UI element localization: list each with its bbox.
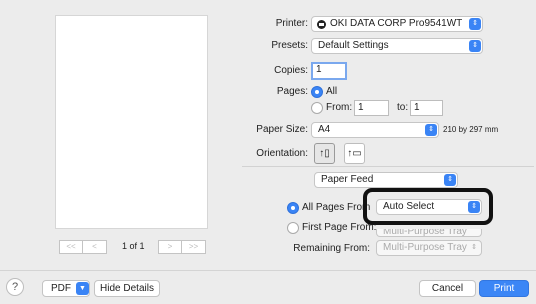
first-page-button[interactable]: << <box>59 240 83 254</box>
preview-nav-back: << < <box>59 240 107 254</box>
pages-to-field[interactable]: 1 <box>410 100 443 116</box>
previous-page-button[interactable]: < <box>83 240 107 254</box>
last-page-button[interactable]: >> <box>182 240 206 254</box>
printer-popup[interactable]: OKI DATA CORP Pro9541WT ⇕ <box>311 16 483 32</box>
pdf-button[interactable]: PDF ▼ <box>42 280 90 297</box>
copies-field[interactable]: 1 <box>311 62 347 80</box>
pages-all-label: All <box>326 86 338 97</box>
help-button[interactable]: ? <box>6 278 24 296</box>
hide-details-button[interactable]: Hide Details <box>94 280 160 297</box>
orientation-label: Orientation: <box>256 148 308 159</box>
printer-status-icon <box>317 20 326 29</box>
portrait-icon: ↑▯ <box>319 148 330 159</box>
section-divider <box>242 166 534 167</box>
remaining-from-value: Multi-Purpose Tray <box>383 242 467 253</box>
first-page-from-value: Multi-Purpose Tray <box>383 229 467 237</box>
popup-arrows-icon: ⇕ <box>425 124 437 136</box>
orientation-landscape-button[interactable]: ↑▭ <box>344 143 365 164</box>
popup-arrows-icon: ⇕ <box>444 174 456 186</box>
first-page-from-label: First Page From: <box>302 222 377 233</box>
chevron-down-icon: ▼ <box>76 282 89 295</box>
first-page-from-popup[interactable]: Multi-Purpose Tray <box>376 229 482 237</box>
presets-popup[interactable]: Default Settings ⇕ <box>311 38 483 54</box>
pages-from-label: From: <box>326 102 353 113</box>
paper-size-label: Paper Size: <box>256 124 308 135</box>
footer-divider <box>0 270 536 271</box>
orientation-portrait-button[interactable]: ↑▯ <box>314 143 335 164</box>
page-indicator: 1 of 1 <box>122 241 145 251</box>
paper-size-popup[interactable]: A4 ⇕ <box>311 122 439 138</box>
next-page-button[interactable]: > <box>158 240 182 254</box>
section-value: Paper Feed <box>321 174 374 185</box>
presets-label: Presets: <box>271 40 308 51</box>
all-pages-from-radio[interactable] <box>287 202 299 214</box>
pages-label: Pages: <box>276 86 308 97</box>
preview-nav-forward: > >> <box>158 240 206 254</box>
popup-arrows-icon: ⇕ <box>471 244 477 251</box>
cancel-button[interactable]: Cancel <box>419 280 476 297</box>
pages-to-label: to: <box>397 102 409 113</box>
landscape-icon: ↑▭ <box>347 148 362 159</box>
printer-value: OKI DATA CORP Pro9541WT <box>330 18 463 29</box>
printer-label: Printer: <box>275 18 308 29</box>
section-popup[interactable]: Paper Feed ⇕ <box>314 172 458 188</box>
first-page-from-radio[interactable] <box>287 222 299 234</box>
popup-arrows-icon: ⇕ <box>469 40 481 52</box>
all-pages-from-label: All Pages From <box>302 202 371 213</box>
pdf-label: PDF <box>51 283 71 294</box>
remaining-from-label: Remaining From: <box>293 243 370 254</box>
popup-arrows-icon: ⇕ <box>469 18 481 30</box>
pages-range-radio[interactable] <box>311 102 323 114</box>
paper-size-value: A4 <box>318 124 331 135</box>
copies-label: Copies: <box>274 65 308 76</box>
page-preview <box>55 15 208 229</box>
pages-all-radio[interactable] <box>311 86 323 98</box>
pages-from-field[interactable]: 1 <box>354 100 389 116</box>
highlight-box <box>363 188 493 225</box>
print-button[interactable]: Print <box>479 280 529 297</box>
presets-value: Default Settings <box>318 40 389 51</box>
remaining-from-popup[interactable]: Multi-Purpose Tray ⇕ <box>376 240 482 256</box>
paper-dimensions: 210 by 297 mm <box>443 125 499 134</box>
